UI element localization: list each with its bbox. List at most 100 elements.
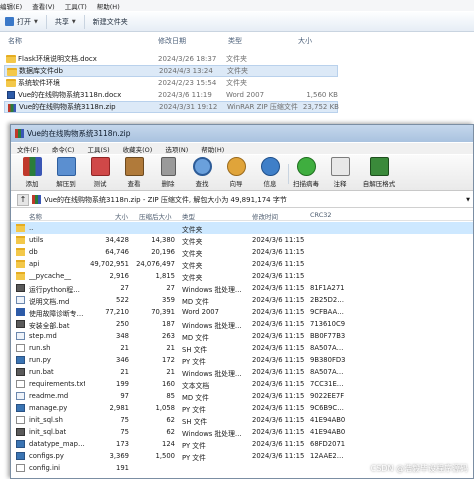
column-size[interactable]: 大小: [115, 211, 128, 221]
comment-button[interactable]: 注释: [325, 157, 355, 189]
up-folder-button[interactable]: ↑: [17, 193, 29, 206]
modified-time: 2024/3/6 11:15: [252, 404, 305, 412]
add-button[interactable]: 添加: [17, 157, 47, 189]
window-title: Vue的在线购物系统3118n.zip: [27, 129, 131, 138]
sfx-button[interactable]: 自解压格式: [359, 157, 399, 189]
file-icon: [16, 380, 25, 388]
info-button[interactable]: 信息: [255, 157, 285, 189]
table-row[interactable]: run.py 346 172 PY 文件 2024/3/6 11:15 9B380FD3: [11, 354, 473, 366]
table-row[interactable]: run.bat 21 21 Windows 批处理… 2024/3/6 11:15 8A5…: [11, 366, 473, 378]
menu-commands[interactable]: 命令(C): [52, 144, 75, 154]
table-row[interactable]: api 49,702,951 24,076,497 文件夹 2024/3/6 11:15: [11, 258, 473, 270]
table-row[interactable]: utils 34,428 14,380 文件夹 2024/3/6 11:15: [11, 234, 473, 246]
menu-view[interactable]: 查看(V): [32, 1, 55, 11]
column-date[interactable]: 修改日期: [158, 36, 186, 46]
modified-time: 2024/3/6 11:15: [252, 356, 305, 364]
file-name: db: [29, 248, 38, 256]
chevron-down-icon[interactable]: ▼: [466, 197, 470, 203]
crc32-value: BB0F77B3: [310, 332, 346, 340]
table-row[interactable]: step.md 348 263 MD 文件 2024/3/6 11:15 BB0F77B3: [11, 330, 473, 342]
file-type: SH 文件: [182, 418, 208, 426]
table-row[interactable]: .. 文件夹: [11, 222, 473, 234]
menu-tools[interactable]: 工具(S): [87, 144, 109, 154]
add-label: 添加: [25, 180, 39, 188]
table-row[interactable]: configs.py 3,369 1,500 PY 文件 2024/3/6 11:15 1…: [11, 450, 473, 462]
extract-to-button[interactable]: 解压到: [51, 157, 81, 189]
python-file-icon: [16, 356, 25, 364]
winrar-window: Vue的在线购物系统3118n.zip 文件(F) 命令(C) 工具(S) 收藏…: [10, 124, 474, 479]
find-button[interactable]: 查找: [187, 157, 217, 189]
table-row[interactable]: __pycache__ 2,916 1,815 文件夹 2024/3/6 11:15: [11, 270, 473, 282]
menu-edit[interactable]: 编辑(E): [0, 1, 22, 11]
table-row[interactable]: manage.py 2,981 1,058 PY 文件 2024/3/6 11:15 9C…: [11, 402, 473, 414]
menu-help[interactable]: 帮助(H): [97, 1, 120, 11]
view-button[interactable]: 查看: [119, 157, 149, 189]
table-row[interactable]: run.sh 21 21 SH 文件 2024/3/6 11:15 8A507A…: [11, 342, 473, 354]
test-button[interactable]: 测试: [85, 157, 115, 189]
wizard-icon: [226, 157, 246, 176]
packed-size: 21: [166, 344, 175, 352]
menu-file[interactable]: 文件(F): [17, 144, 39, 154]
file-type: PY 文件: [182, 358, 206, 366]
file-name: 安装全部.bat: [29, 322, 70, 330]
table-row[interactable]: init_sql.bat 75 62 Windows 批处理… 2024/3/6 11:…: [11, 426, 473, 438]
crc32-value: 9022EE7F: [310, 392, 345, 400]
menu-options[interactable]: 选项(N): [165, 144, 188, 154]
column-packed-size[interactable]: 压缩后大小: [139, 211, 172, 221]
file-size: 34,428: [105, 236, 129, 244]
list-item[interactable]: Vue的在线购物系统3118n.docx 2024/3/6 11:19 Word…: [4, 89, 338, 101]
packed-size: 70,391: [151, 308, 175, 316]
table-row[interactable]: 说明文档.md 522 359 MD 文件 2024/3/6 11:15 2B25D2…: [11, 294, 473, 306]
menu-favorites[interactable]: 收藏夹(O): [123, 144, 153, 154]
winrar-app-icon: [15, 129, 24, 138]
window-titlebar[interactable]: Vue的在线购物系统3118n.zip: [11, 125, 473, 142]
column-type[interactable]: 类型: [182, 211, 195, 221]
wizard-button[interactable]: 向导: [221, 157, 251, 189]
column-name[interactable]: 名称: [29, 211, 42, 221]
file-size: 21: [120, 368, 129, 376]
crc32-value: 12AAE2…: [310, 452, 344, 460]
modified-time: 2024/3/6 11:15: [252, 416, 305, 424]
list-item[interactable]: Flask环境说明文档.docx 2024/3/26 18:37 文件夹: [4, 53, 338, 65]
batch-file-icon: [16, 284, 25, 292]
file-type: Windows 批处理…: [182, 322, 242, 330]
table-row[interactable]: readme.md 97 85 MD 文件 2024/3/6 11:15 9022EE7F: [11, 390, 473, 402]
table-row[interactable]: datatype_map… 173 124 PY 文件 2024/3/6 11:15 68…: [11, 438, 473, 450]
table-row[interactable]: 安装全部.bat 250 187 Windows 批处理… 2024/3/6 11:15…: [11, 318, 473, 330]
file-name: readme.md: [29, 392, 69, 400]
column-modified[interactable]: 修改时间: [252, 211, 278, 221]
packed-size: 21: [166, 368, 175, 376]
file-size: 173: [116, 440, 129, 448]
list-item[interactable]: Vue的在线购物系统3118n.zip 2024/3/31 19:12 WinR…: [4, 101, 339, 113]
table-row[interactable]: 运行python程… 27 27 Windows 批处理… 2024/3/6 11:15…: [11, 282, 473, 294]
menu-tools[interactable]: 工具(T): [65, 1, 87, 11]
new-folder-button[interactable]: 新建文件夹: [88, 14, 133, 30]
column-size[interactable]: 大小: [298, 36, 312, 46]
crc32-value: 81F1A271: [310, 284, 345, 292]
column-name[interactable]: 名称: [8, 36, 22, 46]
file-name: manage.py: [29, 404, 68, 412]
word-document-icon: [7, 91, 15, 99]
table-row[interactable]: db 64,746 20,196 文件夹 2024/3/6 11:15: [11, 246, 473, 258]
virus-scan-button[interactable]: 扫描病毒: [291, 157, 321, 189]
file-icon: [16, 344, 25, 352]
table-row[interactable]: requirements.txt 199 160 文本文档 2024/3/6 11:15…: [11, 378, 473, 390]
column-type[interactable]: 类型: [228, 36, 242, 46]
list-item[interactable]: 系统软件环境 2024/2/23 15:54 文件夹: [4, 77, 338, 89]
delete-label: 删除: [161, 180, 175, 188]
share-button[interactable]: 共享 ▼: [50, 14, 81, 30]
table-row[interactable]: 使用故障诊断专… 77,210 70,391 Word 2007 2024/3/6 11…: [11, 306, 473, 318]
menu-help[interactable]: 帮助(H): [201, 144, 224, 154]
crc32-value: 9C6B9C…: [310, 404, 344, 412]
zip-archive-icon: [32, 195, 41, 204]
file-type: 文本文档: [182, 382, 210, 390]
crc32-value: 8A507A…: [310, 344, 344, 352]
column-crc32[interactable]: CRC32: [310, 211, 332, 219]
file-name: __pycache__: [29, 272, 72, 280]
file-type: 文件夹: [182, 238, 203, 246]
packed-size: 172: [162, 356, 175, 364]
open-button[interactable]: 打开 ▼: [0, 14, 43, 30]
table-row[interactable]: init_sql.sh 75 62 SH 文件 2024/3/6 11:15 41E94A…: [11, 414, 473, 426]
delete-button[interactable]: 删除: [153, 157, 183, 189]
list-item[interactable]: 数据库文件db 2024/4/3 13:24 文件夹: [4, 65, 338, 77]
